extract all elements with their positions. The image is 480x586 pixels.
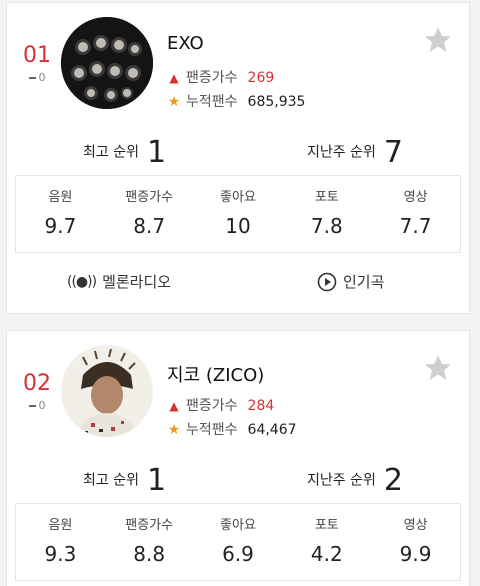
score-value: 6.9 [222, 542, 254, 566]
rank-change-value: 0 [38, 71, 46, 84]
fan-increase-value: 269 [247, 70, 275, 86]
peak-rank-value: 1 [146, 463, 167, 498]
score-label: 포토 [314, 190, 339, 205]
score-likes: 좋아요 6.9 [194, 504, 283, 580]
rank-number: 02 [23, 371, 51, 396]
score-photo: 포토 7.8 [282, 176, 371, 252]
score-value: 8.7 [133, 214, 166, 238]
score-value: 8.8 [133, 542, 166, 566]
last-week-label: 지난주 순위 [307, 144, 376, 161]
score-label: 영상 [403, 190, 428, 205]
score-label: 팬증가수 [125, 518, 174, 533]
score-table: 음원 9.7 팬증가수 8.7 좋아요 10 포토 7.8 영상 7.7 [15, 175, 461, 253]
fan-increase-label: 팬증가수 [186, 70, 238, 86]
score-label: 좋아요 [220, 518, 256, 533]
total-fans-row: ★ 누적팬수 64,467 [167, 421, 297, 439]
score-value: 9.9 [399, 542, 432, 566]
score-label: 포토 [314, 518, 339, 533]
artist-photo [61, 345, 153, 437]
artist-card: 02 0 지코 (ZICO) ▲ 팬증가수 284 ★ 누적팬수 64,467 [6, 330, 470, 586]
artist-name[interactable]: EXO [167, 33, 204, 54]
melon-radio-button[interactable]: ((●)) 멜론라디오 [67, 271, 171, 292]
card-actions: ((●)) 멜론라디오 인기곡 [7, 271, 471, 301]
no-change-icon [28, 405, 36, 407]
score-fan-increase: 팬증가수 8.8 [105, 504, 194, 580]
total-fans-row: ★ 누적팬수 685,935 [167, 93, 306, 111]
favorite-star-icon[interactable] [423, 353, 453, 383]
no-change-icon [28, 77, 36, 79]
total-fans-value: 64,467 [247, 422, 297, 438]
fan-increase-row: ▲ 팬증가수 284 [167, 397, 274, 415]
peak-rank: 최고 순위 1 [83, 463, 166, 498]
artist-chart-page: 01 0 EXO ▲ 팬증가수 269 ★ 누적팬수 685,935 최고 순위… [0, 0, 480, 586]
score-value: 4.2 [310, 542, 343, 566]
fan-increase-value: 284 [247, 398, 275, 414]
score-table: 음원 9.3 팬증가수 8.8 좋아요 6.9 포토 4.2 영상 9.9 [15, 503, 461, 581]
last-week-value: 7 [383, 135, 403, 170]
score-likes: 좋아요 10 [194, 176, 283, 252]
score-video: 영상 7.7 [371, 176, 460, 252]
score-music: 음원 9.3 [16, 504, 105, 580]
score-label: 음원 [48, 518, 73, 533]
rank-block: 02 0 [19, 371, 55, 413]
peak-rank: 최고 순위 1 [83, 135, 166, 170]
star-icon: ★ [167, 422, 181, 438]
last-week-rank: 지난주 순위 7 [307, 135, 403, 170]
score-label: 좋아요 [220, 190, 256, 205]
score-music: 음원 9.7 [16, 176, 105, 252]
last-week-value: 2 [383, 463, 403, 498]
group-photo [61, 17, 153, 109]
rank-change: 0 [19, 399, 55, 413]
popular-songs-button[interactable]: 인기곡 [317, 271, 384, 292]
artist-avatar[interactable] [61, 345, 153, 437]
total-fans-label: 누적팬수 [186, 422, 238, 438]
play-circle-icon [317, 272, 337, 291]
score-value: 10 [225, 214, 251, 238]
arrow-up-icon: ▲ [169, 71, 179, 85]
score-value: 7.7 [399, 214, 432, 238]
peak-rank-label: 최고 순위 [83, 472, 139, 489]
score-label: 영상 [403, 518, 428, 533]
artist-card: 01 0 EXO ▲ 팬증가수 269 ★ 누적팬수 685,935 최고 순위… [6, 2, 470, 314]
arrow-up-icon: ▲ [169, 399, 179, 413]
score-value: 9.3 [44, 542, 77, 566]
rank-number: 01 [23, 43, 51, 68]
rank-block: 01 0 [19, 43, 55, 85]
total-fans-label: 누적팬수 [186, 94, 238, 110]
melon-radio-label: 멜론라디오 [102, 273, 172, 291]
peak-rank-value: 1 [146, 135, 167, 170]
last-week-label: 지난주 순위 [307, 472, 376, 489]
rank-change: 0 [19, 71, 55, 85]
fan-increase-label: 팬증가수 [186, 398, 238, 414]
score-photo: 포토 4.2 [282, 504, 371, 580]
fan-increase-row: ▲ 팬증가수 269 [167, 69, 274, 87]
score-value: 7.8 [310, 214, 343, 238]
star-icon: ★ [167, 94, 181, 110]
last-week-rank: 지난주 순위 2 [307, 463, 403, 498]
rank-change-value: 0 [38, 399, 46, 412]
peak-rank-label: 최고 순위 [83, 144, 139, 161]
score-label: 팬증가수 [125, 190, 174, 205]
popular-songs-label: 인기곡 [343, 273, 385, 291]
radio-broadcast-icon: ((●)) [67, 273, 97, 290]
score-fan-increase: 팬증가수 8.7 [105, 176, 194, 252]
artist-name[interactable]: 지코 (ZICO) [167, 361, 264, 387]
total-fans-value: 685,935 [247, 94, 306, 110]
favorite-star-icon[interactable] [423, 25, 453, 55]
artist-avatar[interactable] [61, 17, 153, 109]
score-label: 음원 [48, 190, 73, 205]
score-value: 9.7 [44, 214, 77, 238]
score-video: 영상 9.9 [371, 504, 460, 580]
